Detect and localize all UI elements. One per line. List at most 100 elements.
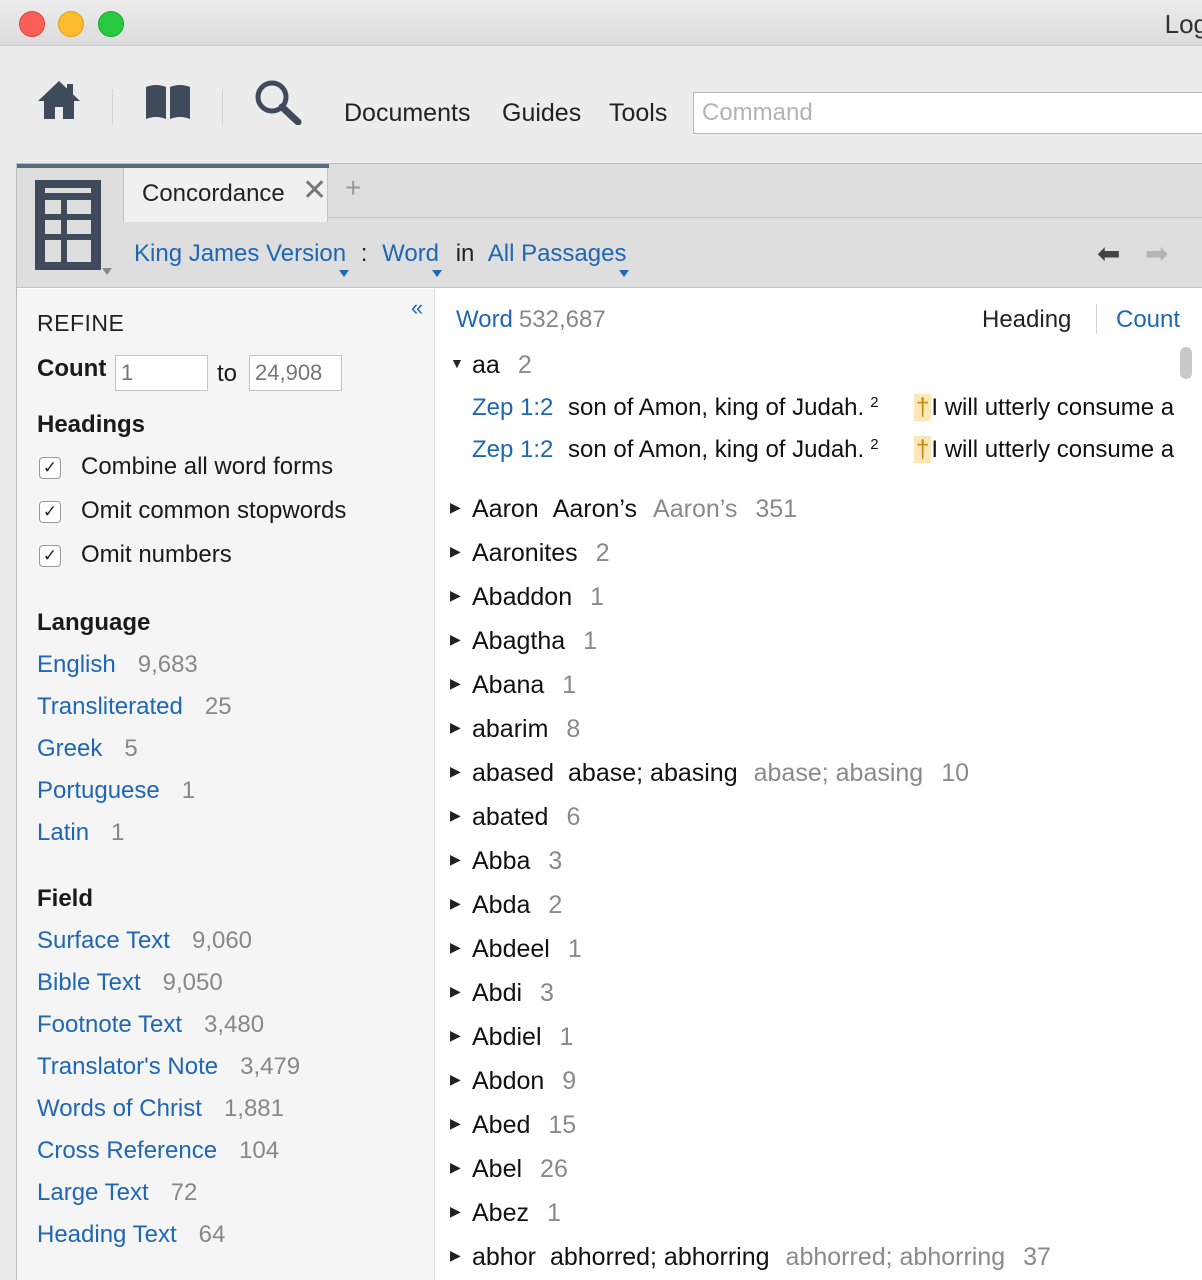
column-separator — [1096, 304, 1097, 334]
add-tab-icon[interactable]: + — [345, 174, 361, 202]
expand-triangle-icon[interactable]: ▶ — [450, 1247, 472, 1264]
result-row[interactable]: ▶ Abed 15 — [450, 1111, 576, 1140]
result-row[interactable]: ▶ Abda 2 — [450, 891, 562, 920]
expand-triangle-icon[interactable]: ▶ — [450, 499, 472, 516]
collapse-sidebar-icon[interactable]: « — [411, 295, 423, 321]
expand-triangle-icon[interactable]: ▶ — [450, 631, 472, 648]
count-max-input[interactable] — [249, 355, 342, 391]
range-selector[interactable]: All Passages — [488, 240, 627, 267]
sort-by-word[interactable]: Word 532,687 — [456, 306, 606, 334]
type-selector[interactable]: Word — [382, 240, 439, 267]
expand-triangle-icon[interactable]: ▶ — [450, 1115, 472, 1132]
menu-guides[interactable]: Guides — [502, 99, 581, 128]
facet-field-cross-reference[interactable]: Cross Reference 104 — [37, 1137, 279, 1165]
main-toolbar: Documents Guides Tools — [0, 47, 1202, 162]
result-row-expanded[interactable]: ▼ aa 2 — [450, 351, 532, 380]
search-icon[interactable] — [254, 79, 302, 125]
combine-word-forms-checkbox[interactable]: ✓ — [39, 457, 61, 479]
back-arrow-icon[interactable]: ⬅ — [1097, 240, 1120, 268]
resource-selector[interactable]: King James Version — [134, 240, 346, 267]
verse-reference[interactable]: Zep 1:2 — [472, 394, 553, 421]
hit-row[interactable]: Zep 1:2 son of Amon, king of Judah. 2 †I … — [472, 394, 1174, 422]
facet-language-transliterated[interactable]: Transliterated 25 — [37, 693, 232, 721]
result-row[interactable]: ▶ Abba 3 — [450, 847, 562, 876]
hit-row[interactable]: Zep 1:2 son of Amon, king of Judah. 2 †I … — [472, 436, 1174, 464]
result-row[interactable]: ▶ abhor abhorred; abhorring abhorred; abhor… — [450, 1243, 1051, 1272]
facet-field-translators-note[interactable]: Translator's Note 3,479 — [37, 1053, 300, 1081]
expand-triangle-icon[interactable]: ▶ — [450, 983, 472, 1000]
result-row[interactable]: ▶ abated 6 — [450, 803, 580, 832]
scrollbar-thumb[interactable] — [1180, 347, 1192, 379]
verse-reference[interactable]: Zep 1:2 — [472, 436, 553, 463]
concordance-panel: Concordance ✕ + King James Version : Wor… — [16, 163, 1202, 1280]
toolbar-separator — [112, 89, 113, 125]
result-row[interactable]: ▶ abased abase; abasing abase; abasing 10 — [450, 759, 969, 788]
expand-triangle-icon[interactable]: ▶ — [450, 939, 472, 956]
result-row[interactable]: ▶ Abdiel 1 — [450, 1023, 573, 1052]
menu-documents[interactable]: Documents — [344, 99, 470, 128]
sort-by-count[interactable]: Count — [1116, 306, 1180, 334]
refine-sidebar: « REFINE Count to Headings ✓ Combine all… — [17, 289, 435, 1280]
facet-field-large-text[interactable]: Large Text 72 — [37, 1179, 197, 1207]
facet-field-footnote-text[interactable]: Footnote Text 3,480 — [37, 1011, 264, 1039]
panel-menu-arrow-icon[interactable] — [102, 268, 112, 275]
checkbox-label: Omit numbers — [81, 541, 232, 568]
home-icon[interactable] — [36, 79, 82, 121]
result-row[interactable]: ▶ abarim 8 — [450, 715, 580, 744]
field-title: Field — [37, 885, 94, 912]
zoom-window-button[interactable] — [98, 11, 124, 37]
result-row[interactable]: ▶ Aaron Aaron’s Aaron’s 351 — [450, 495, 797, 524]
tabbar-divider — [328, 217, 1202, 218]
expand-triangle-icon[interactable]: ▶ — [450, 1159, 472, 1176]
breadcrumb-separator: : — [360, 240, 368, 267]
result-row[interactable]: ▶ Abagtha 1 — [450, 627, 597, 656]
collapse-triangle-icon[interactable]: ▼ — [450, 355, 472, 371]
expand-triangle-icon[interactable]: ▶ — [450, 1071, 472, 1088]
command-input[interactable] — [693, 92, 1202, 134]
omit-numbers-checkbox[interactable]: ✓ — [39, 545, 61, 567]
count-to-label: to — [217, 360, 238, 387]
facet-language-greek[interactable]: Greek 5 — [37, 735, 138, 763]
result-row[interactable]: ▶ Aaronites 2 — [450, 539, 610, 568]
tab-label: Concordance — [142, 180, 285, 207]
facet-language-portuguese[interactable]: Portuguese 1 — [37, 777, 195, 805]
forward-arrow-icon[interactable]: ➡ — [1145, 240, 1168, 268]
facet-language-latin[interactable]: Latin 1 — [37, 819, 124, 847]
breadcrumb-in: in — [455, 240, 475, 267]
minimize-window-button[interactable] — [58, 11, 84, 37]
headings-title: Headings — [37, 411, 146, 438]
facet-field-heading-text[interactable]: Heading Text 64 — [37, 1221, 225, 1249]
refine-heading: REFINE — [37, 310, 125, 336]
facet-field-bible-text[interactable]: Bible Text 9,050 — [37, 969, 223, 997]
facet-field-surface-text[interactable]: Surface Text 9,060 — [37, 927, 252, 955]
result-row[interactable]: ▶ Abana 1 — [450, 671, 576, 700]
tab-concordance[interactable]: Concordance ✕ — [123, 168, 328, 222]
omit-stopwords-checkbox[interactable]: ✓ — [39, 501, 61, 523]
count-min-input[interactable] — [115, 355, 208, 391]
library-book-icon[interactable] — [144, 81, 192, 121]
expand-triangle-icon[interactable]: ▶ — [450, 851, 472, 868]
result-row[interactable]: ▶ Abdeel 1 — [450, 935, 582, 964]
result-row[interactable]: ▶ Abez 1 — [450, 1199, 561, 1228]
expand-triangle-icon[interactable]: ▶ — [450, 763, 472, 780]
expand-triangle-icon[interactable]: ▶ — [450, 719, 472, 736]
concordance-icon[interactable] — [35, 180, 101, 270]
expand-triangle-icon[interactable]: ▶ — [450, 543, 472, 560]
facet-language-english[interactable]: English 9,683 — [37, 651, 198, 679]
menu-tools[interactable]: Tools — [609, 99, 667, 128]
expand-triangle-icon[interactable]: ▶ — [450, 675, 472, 692]
expand-triangle-icon[interactable]: ▶ — [450, 1027, 472, 1044]
expand-triangle-icon[interactable]: ▶ — [450, 895, 472, 912]
result-row[interactable]: ▶ Abel 26 — [450, 1155, 568, 1184]
result-row[interactable]: ▶ Abaddon 1 — [450, 583, 604, 612]
result-row[interactable]: ▶ Abdi 3 — [450, 979, 554, 1008]
facet-field-words-of-christ[interactable]: Words of Christ 1,881 — [37, 1095, 284, 1123]
sort-by-heading[interactable]: Heading — [982, 306, 1071, 334]
expand-triangle-icon[interactable]: ▶ — [450, 587, 472, 604]
result-row[interactable]: ▶ Abdon 9 — [450, 1067, 576, 1096]
expand-triangle-icon[interactable]: ▶ — [450, 1203, 472, 1220]
close-window-button[interactable] — [19, 11, 45, 37]
close-tab-icon[interactable]: ✕ — [302, 176, 327, 206]
checkbox-label: Omit common stopwords — [81, 497, 347, 524]
expand-triangle-icon[interactable]: ▶ — [450, 807, 472, 824]
